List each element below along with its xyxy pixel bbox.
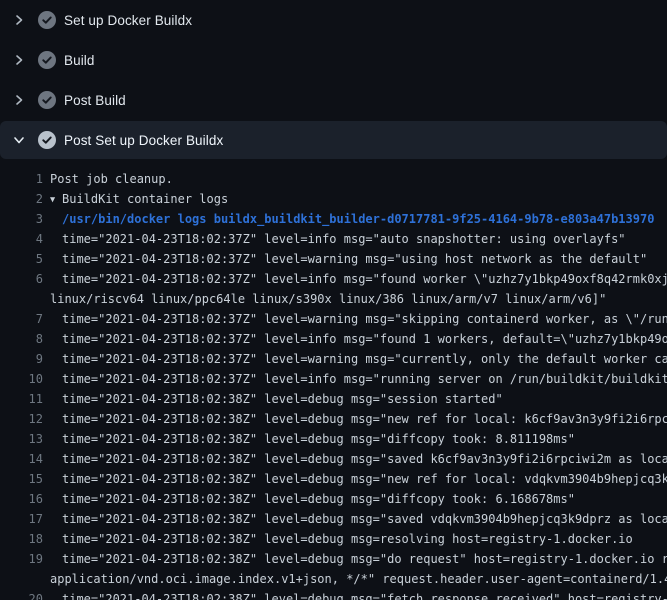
log-line: 7 time="2021-04-23T18:02:37Z" level=warn…: [0, 309, 667, 329]
line-text: time="2021-04-23T18:02:38Z" level=debug …: [62, 409, 667, 429]
step-row-post-set-up-docker-buildx[interactable]: Post Set up Docker Buildx: [0, 121, 667, 159]
line-text: time="2021-04-23T18:02:38Z" level=debug …: [62, 469, 667, 489]
line-text: time="2021-04-23T18:02:37Z" level=warnin…: [62, 249, 647, 269]
line-number[interactable]: 11: [0, 389, 43, 409]
line-text: linux/riscv64 linux/ppc64le linux/s390x …: [50, 289, 606, 309]
line-number[interactable]: 19: [0, 549, 43, 569]
line-number[interactable]: 15: [0, 469, 43, 489]
log-line: 11 time="2021-04-23T18:02:38Z" level=deb…: [0, 389, 667, 409]
line-number[interactable]: [0, 289, 43, 309]
log-line: 12 time="2021-04-23T18:02:38Z" level=deb…: [0, 409, 667, 429]
check-circle-icon: [38, 91, 56, 109]
line-text: application/vnd.oci.image.index.v1+json,…: [50, 569, 667, 589]
line-number[interactable]: 18: [0, 529, 43, 549]
log-line: 5 time="2021-04-23T18:02:37Z" level=warn…: [0, 249, 667, 269]
log-line: 10 time="2021-04-23T18:02:37Z" level=inf…: [0, 369, 667, 389]
log-area: 1 Post job cleanup. 2 ▼BuildKit containe…: [0, 169, 667, 600]
line-number[interactable]: 1: [0, 169, 43, 189]
log-line: 13 time="2021-04-23T18:02:38Z" level=deb…: [0, 429, 667, 449]
log-line: 14 time="2021-04-23T18:02:38Z" level=deb…: [0, 449, 667, 469]
actions-log-viewer: Set up Docker Buildx Build Post Build: [0, 0, 667, 600]
line-text: time="2021-04-23T18:02:38Z" level=debug …: [62, 589, 667, 600]
line-text: time="2021-04-23T18:02:37Z" level=info m…: [62, 369, 667, 389]
step-label: Post Build: [64, 93, 126, 108]
steps-list: Set up Docker Buildx Build Post Build: [0, 0, 667, 160]
line-text: time="2021-04-23T18:02:38Z" level=debug …: [62, 449, 667, 469]
chevron-down-icon: [12, 133, 26, 147]
line-number[interactable]: 16: [0, 489, 43, 509]
line-number[interactable]: 8: [0, 329, 43, 349]
line-text: time="2021-04-23T18:02:38Z" level=debug …: [62, 549, 667, 569]
log-line: application/vnd.oci.image.index.v1+json,…: [0, 569, 667, 589]
step-row-build[interactable]: Build: [0, 40, 667, 80]
step-label: Build: [64, 53, 95, 68]
line-number[interactable]: 20: [0, 589, 43, 600]
check-circle-icon: [38, 131, 56, 149]
line-text: time="2021-04-23T18:02:37Z" level=info m…: [62, 329, 667, 349]
log-line: 17 time="2021-04-23T18:02:38Z" level=deb…: [0, 509, 667, 529]
step-row-set-up-docker-buildx[interactable]: Set up Docker Buildx: [0, 0, 667, 40]
chevron-right-icon: [12, 53, 26, 67]
line-number[interactable]: 6: [0, 269, 43, 289]
log-line: 9 time="2021-04-23T18:02:37Z" level=warn…: [0, 349, 667, 369]
line-number[interactable]: 4: [0, 229, 43, 249]
line-text: Post job cleanup.: [50, 169, 173, 189]
line-number[interactable]: [0, 569, 43, 589]
line-text: time="2021-04-23T18:02:37Z" level=info m…: [62, 229, 626, 249]
group-caret-icon: ▼: [50, 190, 62, 210]
log-line: 4 time="2021-04-23T18:02:37Z" level=info…: [0, 229, 667, 249]
log-line[interactable]: 2 ▼BuildKit container logs: [0, 189, 667, 209]
log-line: 20 time="2021-04-23T18:02:38Z" level=deb…: [0, 589, 667, 600]
line-text: time="2021-04-23T18:02:37Z" level=warnin…: [62, 349, 667, 369]
line-number[interactable]: 2: [0, 189, 43, 209]
log-line: 15 time="2021-04-23T18:02:38Z" level=deb…: [0, 469, 667, 489]
line-number[interactable]: 10: [0, 369, 43, 389]
log-line: linux/riscv64 linux/ppc64le linux/s390x …: [0, 289, 667, 309]
chevron-right-icon: [12, 93, 26, 107]
line-number[interactable]: 14: [0, 449, 43, 469]
step-label: Set up Docker Buildx: [64, 13, 192, 28]
step-label: Post Set up Docker Buildx: [64, 133, 223, 148]
line-number[interactable]: 5: [0, 249, 43, 269]
line-text: time="2021-04-23T18:02:37Z" level=info m…: [62, 269, 667, 289]
line-text: time="2021-04-23T18:02:38Z" level=debug …: [62, 489, 575, 509]
line-text: time="2021-04-23T18:02:38Z" level=debug …: [62, 429, 575, 449]
line-number[interactable]: 7: [0, 309, 43, 329]
line-text: time="2021-04-23T18:02:38Z" level=debug …: [62, 389, 503, 409]
line-number[interactable]: 12: [0, 409, 43, 429]
line-text: time="2021-04-23T18:02:37Z" level=warnin…: [62, 309, 667, 329]
log-line: 16 time="2021-04-23T18:02:38Z" level=deb…: [0, 489, 667, 509]
line-text: time="2021-04-23T18:02:38Z" level=debug …: [62, 529, 633, 549]
line-number[interactable]: 13: [0, 429, 43, 449]
chevron-right-icon: [12, 13, 26, 27]
line-text: time="2021-04-23T18:02:38Z" level=debug …: [62, 509, 667, 529]
line-number[interactable]: 9: [0, 349, 43, 369]
log-line: 1 Post job cleanup.: [0, 169, 667, 189]
line-text: /usr/bin/docker logs buildx_buildkit_bui…: [62, 209, 654, 229]
log-line: 19 time="2021-04-23T18:02:38Z" level=deb…: [0, 549, 667, 569]
step-row-post-build[interactable]: Post Build: [0, 80, 667, 120]
check-circle-icon: [38, 11, 56, 29]
line-number[interactable]: 17: [0, 509, 43, 529]
line-number[interactable]: 3: [0, 209, 43, 229]
log-line: 8 time="2021-04-23T18:02:37Z" level=info…: [0, 329, 667, 349]
line-text: ▼BuildKit container logs: [50, 189, 228, 209]
check-circle-icon: [38, 51, 56, 69]
log-line: 6 time="2021-04-23T18:02:37Z" level=info…: [0, 269, 667, 289]
log-line: 3 /usr/bin/docker logs buildx_buildkit_b…: [0, 209, 667, 229]
log-line: 18 time="2021-04-23T18:02:38Z" level=deb…: [0, 529, 667, 549]
